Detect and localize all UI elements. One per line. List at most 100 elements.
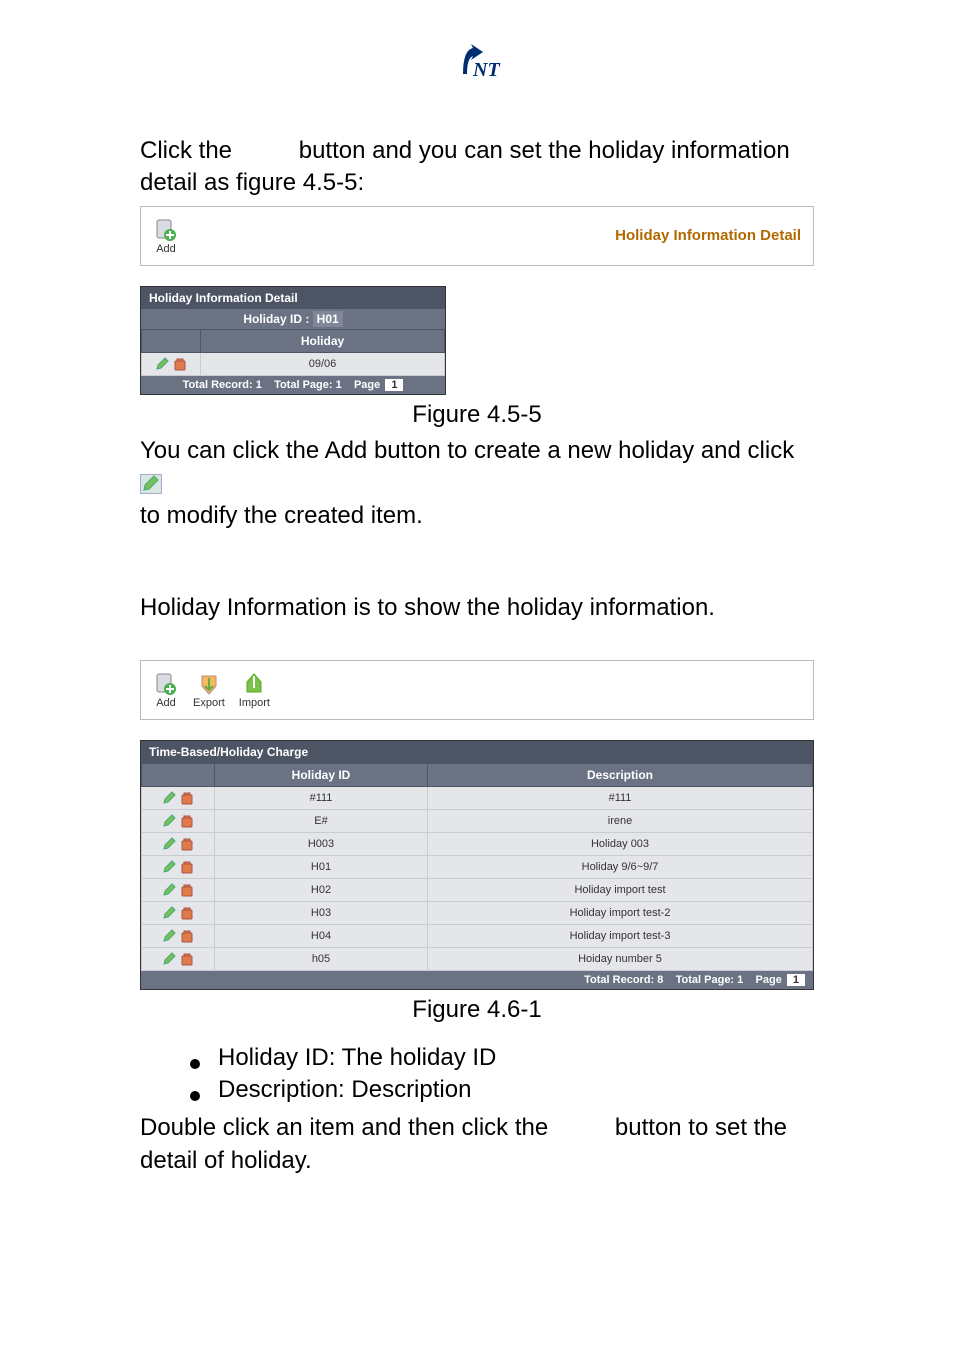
table-row[interactable]: H03Holiday import test-2: [142, 902, 813, 925]
add-label: Add: [156, 697, 176, 709]
import-label: Import: [239, 697, 270, 709]
table-row[interactable]: H01Holiday 9/6~9/7: [142, 856, 813, 879]
svg-text:NT: NT: [472, 59, 500, 80]
edit-icon[interactable]: [162, 929, 176, 943]
description-cell: #111: [428, 787, 813, 810]
add-button[interactable]: Add: [153, 671, 179, 709]
bullet-text: Holiday ID: The holiday ID: [218, 1044, 496, 1072]
brand-fnt-icon: NT: [453, 40, 501, 80]
add-label: Add: [156, 243, 176, 255]
edit-icon[interactable]: [155, 357, 169, 371]
grid-title: Time-Based/Holiday Charge: [141, 741, 813, 763]
closing-paragraph: Double click an item and then click the …: [140, 1112, 814, 1177]
edit-icon[interactable]: [162, 906, 176, 920]
holiday-id-cell: H01: [215, 856, 428, 879]
description-cell: Hoiday number 5: [428, 948, 813, 971]
edit-icon: [140, 474, 162, 494]
section-2-intro: Holiday Information is to show the holid…: [140, 592, 814, 624]
total-page-label: Total Page:: [676, 974, 738, 986]
page-input[interactable]: 1: [787, 974, 805, 986]
bullet-icon: [190, 1091, 200, 1101]
table-row[interactable]: h05Hoiday number 5: [142, 948, 813, 971]
edit-icon[interactable]: [162, 814, 176, 828]
delete-icon[interactable]: [180, 814, 194, 828]
add-doc-icon: [153, 217, 179, 243]
export-label: Export: [193, 697, 225, 709]
intro-paragraph-1: Click the button and you can set the hol…: [140, 135, 814, 200]
brand-logo: NT: [140, 40, 814, 85]
table-row[interactable]: 09/06: [142, 352, 445, 375]
total-record-label: Total Record:: [183, 379, 256, 391]
import-icon: [241, 671, 267, 697]
total-record-val: 1: [256, 379, 262, 391]
table-row[interactable]: #111#111: [142, 787, 813, 810]
add-button[interactable]: Add: [153, 217, 179, 255]
delete-icon[interactable]: [180, 883, 194, 897]
total-record-val: 8: [657, 974, 663, 986]
text: to modify the created item.: [140, 502, 423, 529]
grid-footer: Total Record: 1 Total Page: 1 Page 1: [141, 376, 445, 394]
page-label: Page: [354, 379, 380, 391]
delete-icon[interactable]: [180, 860, 194, 874]
page-label: Page: [756, 974, 782, 986]
delete-icon[interactable]: [173, 357, 187, 371]
total-record-label: Total Record:: [584, 974, 657, 986]
description-cell: Holiday import test-2: [428, 902, 813, 925]
hid-label: Holiday ID :: [243, 312, 312, 326]
total-page-val: 1: [737, 974, 743, 986]
hid-value: H01: [313, 311, 343, 327]
column-holiday: Holiday: [201, 329, 445, 352]
table-row[interactable]: H003Holiday 003: [142, 833, 813, 856]
holiday-id-cell: E#: [215, 810, 428, 833]
holiday-cell: 09/06: [201, 352, 445, 375]
holiday-detail-grid: Holiday Information Detail Holiday ID : …: [140, 286, 446, 395]
delete-icon[interactable]: [180, 837, 194, 851]
table-row[interactable]: E#irene: [142, 810, 813, 833]
bullet-text: Description: Description: [218, 1076, 471, 1104]
description-cell: Holiday import test: [428, 879, 813, 902]
panel-title: Holiday Information Detail: [615, 227, 801, 244]
bullet-list: Holiday ID: The holiday ID Description: …: [190, 1044, 814, 1104]
holiday-id-cell: H03: [215, 902, 428, 925]
figure-label-2: Figure 4.6-1: [140, 996, 814, 1024]
edit-icon[interactable]: [162, 883, 176, 897]
delete-icon[interactable]: [180, 952, 194, 966]
edit-icon[interactable]: [162, 791, 176, 805]
toolbar-panel-2: Add Export Import: [140, 660, 814, 720]
page-input[interactable]: 1: [385, 379, 403, 391]
description-cell: irene: [428, 810, 813, 833]
holiday-id-cell: H04: [215, 925, 428, 948]
holiday-id-cell: H02: [215, 879, 428, 902]
text: Click the: [140, 137, 239, 164]
list-item: Holiday ID: The holiday ID: [190, 1044, 814, 1072]
text: You can click the Add button to create a…: [140, 437, 794, 464]
grid-title: Holiday Information Detail: [141, 287, 445, 309]
description-cell: Holiday 003: [428, 833, 813, 856]
export-icon: [196, 671, 222, 697]
grid-subtitle: Holiday ID : H01: [141, 309, 445, 329]
edit-icon[interactable]: [162, 860, 176, 874]
edit-icon[interactable]: [162, 952, 176, 966]
export-button[interactable]: Export: [193, 671, 225, 709]
text: Double click an item and then click the: [140, 1114, 555, 1141]
holiday-id-cell: h05: [215, 948, 428, 971]
toolbar-panel-1: Add Holiday Information Detail: [140, 206, 814, 266]
after-paragraph-1: You can click the Add button to create a…: [140, 435, 814, 532]
column-holiday-id: Holiday ID: [215, 764, 428, 787]
holiday-charge-grid: Time-Based/Holiday Charge Holiday ID Des…: [140, 740, 814, 990]
table-row[interactable]: H04Holiday import test-3: [142, 925, 813, 948]
total-page-label: Total Page:: [274, 379, 336, 391]
holiday-id-cell: H003: [215, 833, 428, 856]
figure-label-1: Figure 4.5-5: [140, 401, 814, 429]
delete-icon[interactable]: [180, 906, 194, 920]
bullet-icon: [190, 1059, 200, 1069]
grid-footer: Total Record: 8 Total Page: 1 Page 1: [141, 971, 813, 989]
holiday-id-cell: #111: [215, 787, 428, 810]
edit-icon[interactable]: [162, 837, 176, 851]
delete-icon[interactable]: [180, 791, 194, 805]
import-button[interactable]: Import: [239, 671, 270, 709]
column-description: Description: [428, 764, 813, 787]
table-row[interactable]: H02Holiday import test: [142, 879, 813, 902]
delete-icon[interactable]: [180, 929, 194, 943]
total-page-val: 1: [336, 379, 342, 391]
